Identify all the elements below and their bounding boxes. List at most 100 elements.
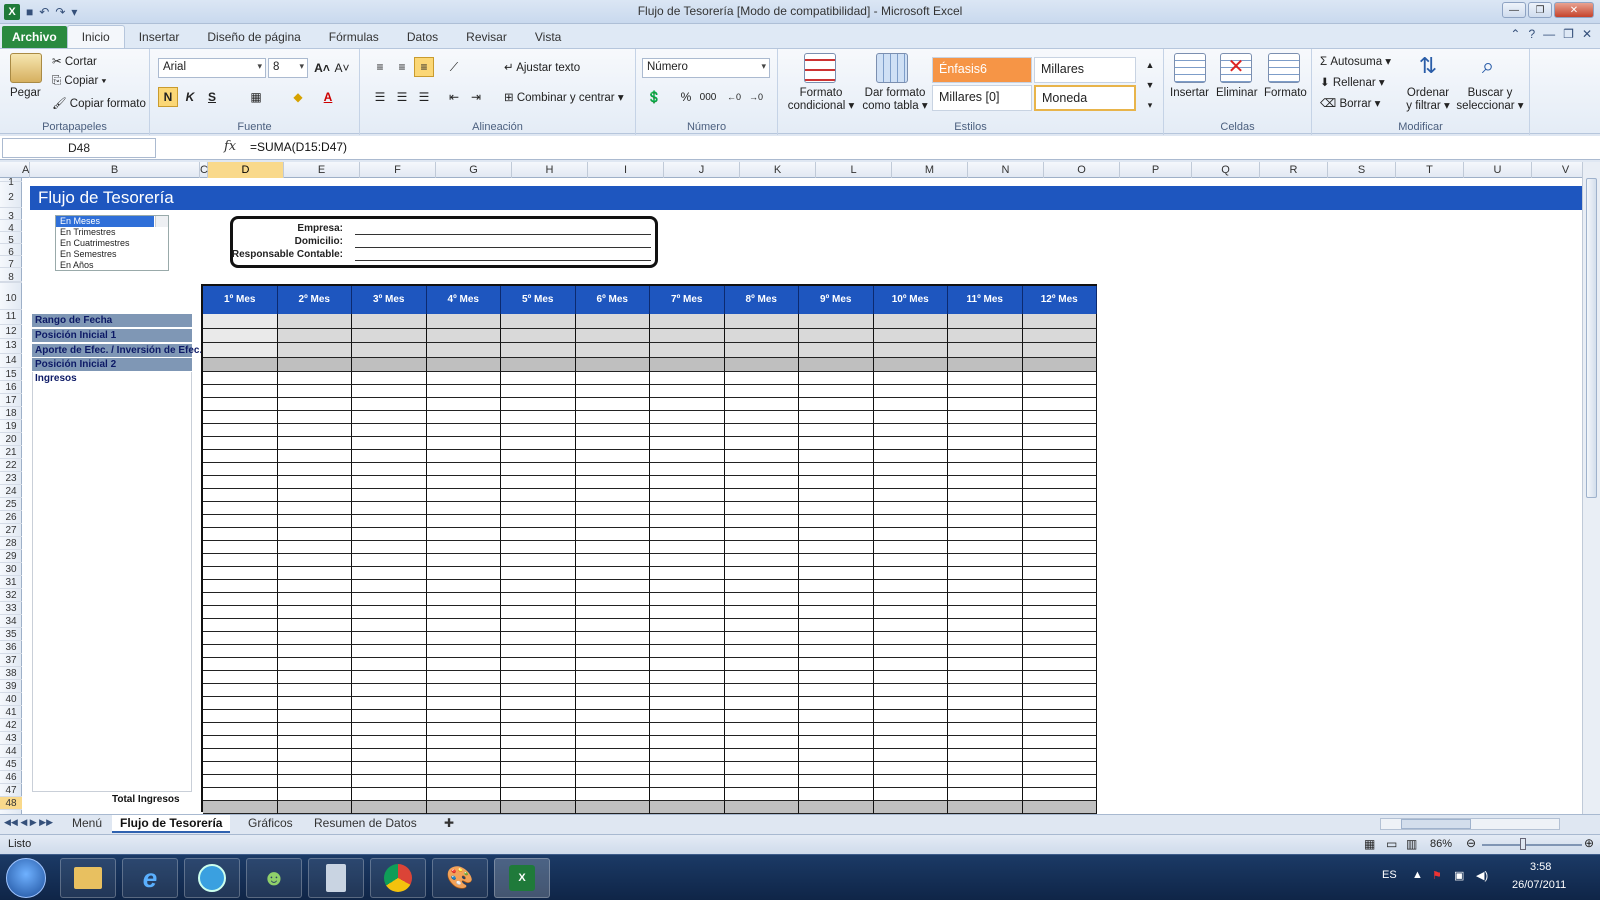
column-header[interactable]: T bbox=[1396, 162, 1464, 178]
table-cell[interactable] bbox=[575, 502, 650, 515]
table-cell[interactable] bbox=[426, 489, 501, 502]
row-header[interactable]: 2 bbox=[0, 182, 22, 208]
table-cell[interactable] bbox=[277, 671, 352, 684]
table-cell[interactable] bbox=[203, 515, 278, 528]
table-cell[interactable] bbox=[501, 372, 576, 385]
table-cell[interactable] bbox=[873, 697, 948, 710]
align-right-icon[interactable]: ☰ bbox=[414, 87, 434, 107]
table-cell[interactable] bbox=[873, 606, 948, 619]
list-item[interactable]: En Trimestres bbox=[56, 227, 168, 238]
table-cell[interactable] bbox=[724, 463, 799, 476]
table-cell[interactable] bbox=[724, 502, 799, 515]
column-header[interactable]: S bbox=[1328, 162, 1396, 178]
table-cell[interactable] bbox=[426, 398, 501, 411]
table-cell[interactable] bbox=[948, 476, 1023, 489]
table-cell[interactable] bbox=[724, 684, 799, 697]
table-cell[interactable] bbox=[799, 385, 874, 398]
column-header[interactable]: A bbox=[22, 162, 30, 178]
table-cell[interactable] bbox=[799, 632, 874, 645]
list-item[interactable]: En Semestres bbox=[56, 249, 168, 260]
table-cell[interactable] bbox=[1022, 411, 1097, 424]
doc-minimize-icon[interactable]: — bbox=[1543, 27, 1555, 41]
table-cell[interactable] bbox=[873, 502, 948, 515]
table-cell[interactable] bbox=[1022, 541, 1097, 554]
table-cell[interactable] bbox=[575, 328, 650, 343]
font-color-icon[interactable]: A bbox=[318, 87, 338, 107]
table-cell[interactable] bbox=[277, 567, 352, 580]
table-cell[interactable] bbox=[724, 801, 799, 814]
table-cell[interactable] bbox=[277, 515, 352, 528]
table-cell[interactable] bbox=[948, 328, 1023, 343]
row-header[interactable]: 37 bbox=[0, 654, 22, 667]
table-cell[interactable] bbox=[873, 314, 948, 329]
excel-taskbar-icon[interactable]: X bbox=[494, 858, 550, 898]
row-header[interactable]: 11 bbox=[0, 310, 22, 325]
tab-inicio[interactable]: Inicio bbox=[66, 25, 125, 48]
table-cell[interactable] bbox=[352, 515, 427, 528]
worksheet[interactable]: Flujo de Tesorería En Meses En Trimestre… bbox=[22, 178, 1582, 814]
table-cell[interactable] bbox=[724, 749, 799, 762]
minimize-button[interactable]: — bbox=[1502, 2, 1526, 18]
column-header[interactable]: L bbox=[816, 162, 892, 178]
row-header[interactable]: 35 bbox=[0, 628, 22, 641]
table-cell[interactable] bbox=[799, 476, 874, 489]
new-sheet-icon[interactable]: ✚ bbox=[436, 815, 462, 833]
table-cell[interactable] bbox=[426, 658, 501, 671]
table-cell[interactable] bbox=[277, 343, 352, 358]
table-cell[interactable] bbox=[277, 593, 352, 606]
insert-cells-button[interactable]: Insertar bbox=[1170, 87, 1209, 99]
table-cell[interactable] bbox=[277, 463, 352, 476]
name-box[interactable]: D48 bbox=[2, 138, 156, 158]
table-cell[interactable] bbox=[352, 606, 427, 619]
row-header[interactable]: 12 bbox=[0, 325, 22, 339]
row-header[interactable]: 15 bbox=[0, 368, 22, 381]
table-cell[interactable] bbox=[501, 593, 576, 606]
table-cell[interactable] bbox=[203, 710, 278, 723]
table-cell[interactable] bbox=[426, 697, 501, 710]
table-cell[interactable] bbox=[575, 424, 650, 437]
customize-toolbar-icon[interactable]: ▾ bbox=[71, 5, 77, 19]
table-cell[interactable] bbox=[724, 528, 799, 541]
table-cell[interactable] bbox=[426, 502, 501, 515]
table-cell[interactable] bbox=[277, 424, 352, 437]
table-cell[interactable] bbox=[948, 314, 1023, 329]
row-header[interactable]: 47 bbox=[0, 784, 22, 797]
table-cell[interactable] bbox=[1022, 385, 1097, 398]
table-cell[interactable] bbox=[575, 357, 650, 372]
row-header[interactable]: 40 bbox=[0, 693, 22, 706]
table-cell[interactable] bbox=[650, 385, 725, 398]
table-cell[interactable] bbox=[352, 343, 427, 358]
table-cell[interactable] bbox=[501, 606, 576, 619]
table-cell[interactable] bbox=[352, 314, 427, 329]
table-cell[interactable] bbox=[799, 541, 874, 554]
table-cell[interactable] bbox=[650, 606, 725, 619]
table-cell[interactable] bbox=[650, 710, 725, 723]
table-cell[interactable] bbox=[1022, 632, 1097, 645]
table-cell[interactable] bbox=[501, 736, 576, 749]
table-cell[interactable] bbox=[277, 710, 352, 723]
table-cell[interactable] bbox=[277, 645, 352, 658]
clock-date[interactable]: 26/07/2011 bbox=[1512, 879, 1566, 891]
table-cell[interactable] bbox=[575, 632, 650, 645]
list-item[interactable]: En Cuatrimestres bbox=[56, 238, 168, 249]
table-cell[interactable] bbox=[352, 541, 427, 554]
table-cell[interactable] bbox=[277, 314, 352, 329]
help-icon[interactable]: ? bbox=[1528, 27, 1535, 41]
column-header[interactable]: H bbox=[512, 162, 588, 178]
table-cell[interactable] bbox=[575, 697, 650, 710]
table-cell[interactable] bbox=[799, 736, 874, 749]
borders-icon[interactable]: ▦ bbox=[246, 87, 266, 107]
table-cell[interactable] bbox=[501, 684, 576, 697]
table-cell[interactable] bbox=[799, 567, 874, 580]
table-cell[interactable] bbox=[575, 476, 650, 489]
table-cell[interactable] bbox=[650, 801, 725, 814]
table-cell[interactable] bbox=[575, 619, 650, 632]
table-cell[interactable] bbox=[650, 328, 725, 343]
tab-formulas[interactable]: Fórmulas bbox=[315, 26, 393, 48]
column-header[interactable]: J bbox=[664, 162, 740, 178]
table-cell[interactable] bbox=[948, 541, 1023, 554]
table-cell[interactable] bbox=[799, 343, 874, 358]
table-cell[interactable] bbox=[575, 343, 650, 358]
row-header[interactable]: 10 bbox=[0, 282, 22, 310]
table-cell[interactable] bbox=[724, 357, 799, 372]
